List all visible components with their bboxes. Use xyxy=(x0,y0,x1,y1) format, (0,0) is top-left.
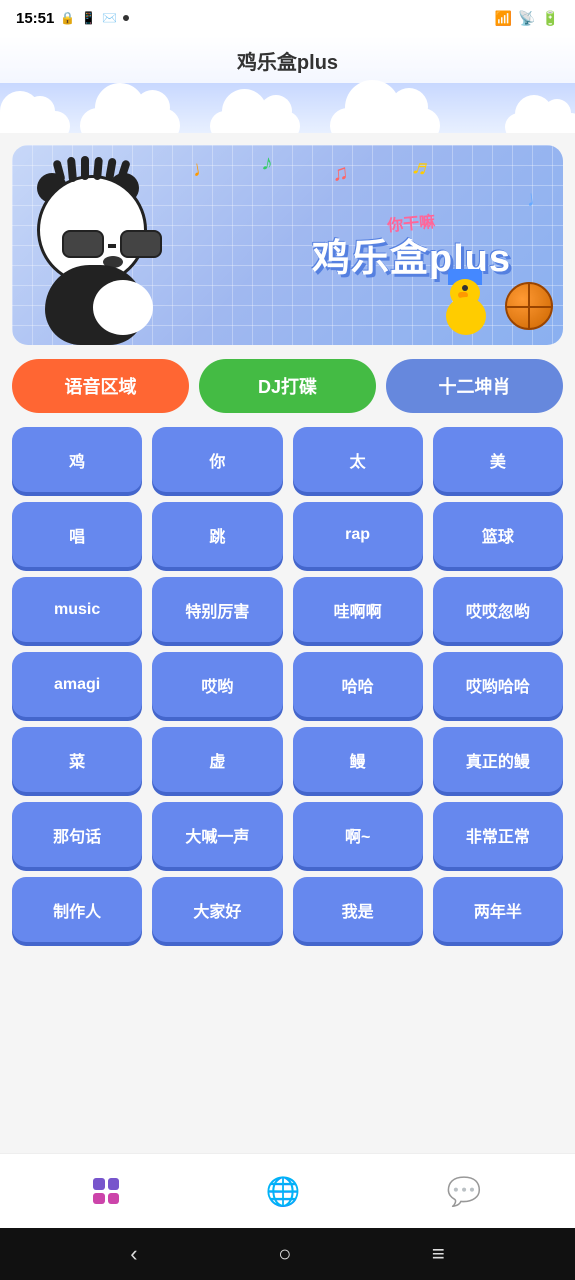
android-home-button[interactable]: ○ xyxy=(278,1241,291,1267)
sound-button-6[interactable]: rap xyxy=(293,502,423,567)
status-time: 15:51 xyxy=(16,10,54,27)
panda-body xyxy=(45,265,145,345)
sound-button-17[interactable]: 虚 xyxy=(152,727,282,792)
sound-button-2[interactable]: 太 xyxy=(293,427,423,492)
zodiac-button[interactable]: 十二坤肖 xyxy=(386,359,563,413)
android-back-button[interactable]: ‹ xyxy=(130,1241,137,1267)
cloud-decoration xyxy=(0,83,575,133)
title-bar: 鸡乐盒plus xyxy=(0,36,575,133)
android-nav-bar: ‹ ○ ≡ xyxy=(0,1228,575,1280)
sound-button-0[interactable]: 鸡 xyxy=(12,427,142,492)
panda-belly xyxy=(93,280,153,335)
nav-item-home[interactable] xyxy=(73,1170,139,1212)
status-icon-1: 🔒 xyxy=(60,11,75,25)
cloud-5 xyxy=(505,113,575,133)
sound-button-22[interactable]: 啊~ xyxy=(293,802,423,867)
status-icon-3: ✉️ xyxy=(102,11,117,25)
cloud-1 xyxy=(0,111,70,133)
chat-icon: 💬 xyxy=(447,1175,482,1208)
sound-button-18[interactable]: 鳗 xyxy=(293,727,423,792)
sound-button-8[interactable]: music xyxy=(12,577,142,642)
nav-item-chat[interactable]: 💬 xyxy=(427,1167,502,1216)
sound-button-4[interactable]: 唱 xyxy=(12,502,142,567)
sound-button-16[interactable]: 菜 xyxy=(12,727,142,792)
battery-icon: 🔋 xyxy=(542,10,559,27)
sound-button-10[interactable]: 哇啊啊 xyxy=(293,577,423,642)
chick-body xyxy=(446,297,486,335)
status-bar: 15:51 🔒 📱 ✉️ 📶 📡 🔋 xyxy=(0,0,575,36)
sound-button-15[interactable]: 哎哟哈哈 xyxy=(433,652,563,717)
sound-button-23[interactable]: 非常正常 xyxy=(433,802,563,867)
wifi-icon: 📶 xyxy=(495,10,512,27)
sound-button-25[interactable]: 大家好 xyxy=(152,877,282,942)
explore-icon: 🌐 xyxy=(266,1175,301,1208)
banner-subtitle: 你干嘛 xyxy=(387,208,437,236)
cloud-2 xyxy=(80,108,180,133)
sound-button-3[interactable]: 美 xyxy=(433,427,563,492)
sound-grid: 鸡你太美唱跳rap篮球music特别厉害哇啊啊哎哎忽哟amagi哎哟哈哈哎哟哈哈… xyxy=(12,427,563,942)
android-menu-button[interactable]: ≡ xyxy=(432,1241,445,1267)
sound-button-7[interactable]: 篮球 xyxy=(433,502,563,567)
dj-scratch-button[interactable]: DJ打碟 xyxy=(199,359,376,413)
sound-button-5[interactable]: 跳 xyxy=(152,502,282,567)
signal-icon: 📡 xyxy=(518,10,535,27)
apps-icon xyxy=(93,1178,119,1204)
sound-button-21[interactable]: 大喊一声 xyxy=(152,802,282,867)
sound-button-14[interactable]: 哈哈 xyxy=(293,652,423,717)
cloud-4 xyxy=(330,108,440,133)
voice-zone-button[interactable]: 语音区域 xyxy=(12,359,189,413)
action-buttons-row: 语音区域 DJ打碟 十二坤肖 xyxy=(12,359,563,413)
chick-eye xyxy=(462,285,468,291)
main-content: ♩ ♪ ♫ ♬ ♩ xyxy=(0,133,575,1153)
status-dot xyxy=(123,15,129,21)
cloud-3 xyxy=(210,111,300,133)
panda-figure xyxy=(12,145,276,345)
banner: ♩ ♪ ♫ ♬ ♩ xyxy=(12,145,563,345)
bottom-nav: 🌐 💬 xyxy=(0,1153,575,1228)
sound-button-19[interactable]: 真正的鳗 xyxy=(433,727,563,792)
basketball-decoration xyxy=(505,282,553,330)
chick-character xyxy=(438,280,493,335)
sound-button-26[interactable]: 我是 xyxy=(293,877,423,942)
sound-button-11[interactable]: 哎哎忽哟 xyxy=(433,577,563,642)
status-icon-2: 📱 xyxy=(81,11,96,25)
sound-button-1[interactable]: 你 xyxy=(152,427,282,492)
sound-button-24[interactable]: 制作人 xyxy=(12,877,142,942)
page-title: 鸡乐盒plus xyxy=(0,46,575,83)
sound-button-12[interactable]: amagi xyxy=(12,652,142,717)
sound-button-20[interactable]: 那句话 xyxy=(12,802,142,867)
sound-button-27[interactable]: 两年半 xyxy=(433,877,563,942)
sound-button-13[interactable]: 哎哟 xyxy=(152,652,282,717)
nav-item-explore[interactable]: 🌐 xyxy=(246,1167,321,1216)
sound-button-9[interactable]: 特别厉害 xyxy=(152,577,282,642)
